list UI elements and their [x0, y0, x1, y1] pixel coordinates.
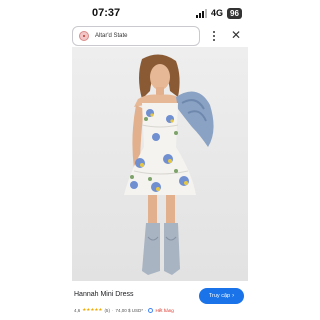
star-rating-icon: ★★★★★ — [82, 307, 103, 312]
product-photo[interactable] — [72, 47, 248, 281]
store-logo-icon — [79, 31, 89, 41]
visit-button-label: Truy cập — [208, 293, 231, 299]
status-indicators: 4G 96 — [196, 7, 242, 19]
more-vertical-icon — [213, 31, 215, 33]
network-type: 4G — [211, 8, 224, 18]
close-button[interactable]: ✕ — [229, 27, 243, 43]
status-time: 07:37 — [92, 7, 121, 19]
chevron-right-icon: › — [232, 293, 235, 299]
separator: · — [144, 307, 147, 313]
product-title[interactable]: Hannah Mini Dress — [74, 291, 134, 298]
signal-icon — [196, 8, 207, 18]
review-count: (5) — [104, 307, 110, 313]
rating-value: 4,6 — [74, 307, 81, 313]
google-icon — [148, 307, 154, 313]
close-icon: ✕ — [230, 28, 242, 42]
more-options-button[interactable] — [207, 28, 221, 44]
price: 74,00 $ USD* — [115, 307, 143, 313]
site-url-bar[interactable]: Altar'd State — [72, 26, 200, 46]
product-meta: 4,6 ★★★★★ (5) · 74,00 $ USD* · Hết hàng — [74, 307, 174, 313]
battery-icon: 96 — [227, 7, 242, 19]
dress-illustration — [72, 47, 248, 281]
site-name: Altar'd State — [95, 33, 128, 39]
separator: · — [111, 307, 114, 313]
visit-button[interactable]: Truy cập › — [199, 288, 244, 304]
availability-status: Hết hàng — [155, 307, 174, 313]
status-bar: 07:37 4G 96 — [0, 0, 320, 24]
